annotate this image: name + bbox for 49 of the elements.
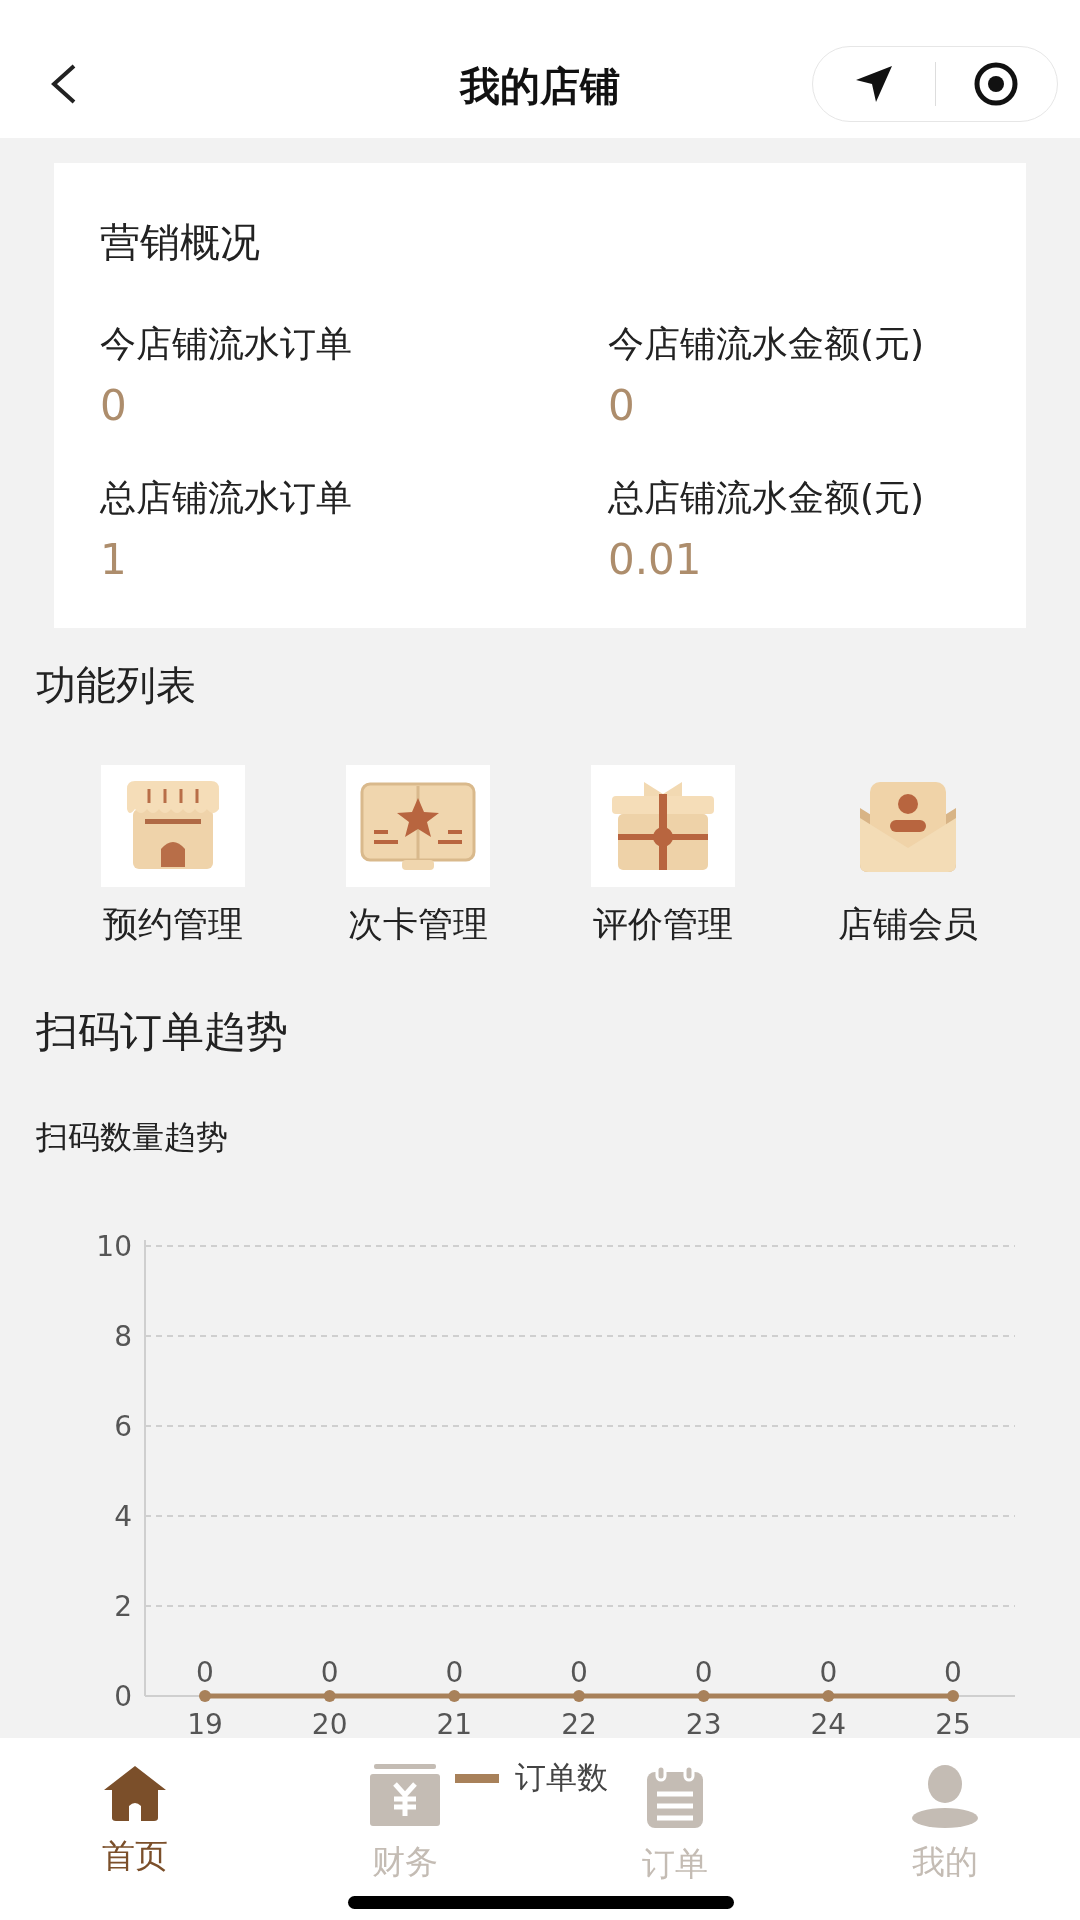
data-point: [822, 1690, 835, 1702]
axis-tick-label: 21: [436, 1708, 473, 1741]
data-label: 0: [445, 1656, 464, 1689]
data-point: [573, 1690, 585, 1702]
storefront-icon[interactable]: [100, 765, 245, 887]
axis-tick-label: 23: [685, 1708, 722, 1741]
axis-tick-label: 2: [114, 1590, 132, 1623]
stat-label: 总店铺流水订单: [100, 476, 353, 520]
data-point: [947, 1690, 959, 1702]
chart-title: 扫码数量趋势: [36, 1117, 229, 1158]
data-point: [697, 1690, 710, 1702]
axis-tick-label: 6: [114, 1410, 132, 1443]
data-label: 0: [819, 1656, 838, 1689]
card-title: 营销概况: [100, 218, 261, 267]
gift-box-icon[interactable]: [590, 765, 735, 887]
tab[interactable]: 首页: [102, 1764, 168, 1875]
stat-label: 总店铺流水金额(元): [608, 476, 926, 520]
legend-label: 订单数: [515, 1758, 608, 1797]
page-title: 我的店铺: [460, 61, 620, 111]
data-label: 0: [944, 1656, 962, 1689]
stat-label: 今店铺流水订单: [100, 322, 353, 366]
data-label: 0: [196, 1656, 214, 1689]
axis-tick-label: 4: [114, 1500, 132, 1533]
section-title: 功能列表: [36, 661, 197, 710]
function-label[interactable]: 店铺会员: [837, 901, 978, 948]
star-card-icon[interactable]: [345, 765, 490, 887]
function-label[interactable]: 评价管理: [592, 901, 733, 948]
stat-value: 0: [608, 381, 636, 430]
stat-label: 今店铺流水金额(元): [608, 322, 926, 366]
axis-tick-label: 24: [810, 1708, 847, 1741]
data-label: 0: [694, 1656, 713, 1689]
axis-tick-label: 22: [561, 1708, 597, 1741]
function-label[interactable]: 次卡管理: [347, 901, 488, 948]
axis-tick-label: 20: [311, 1708, 348, 1741]
data-label: 0: [320, 1656, 339, 1689]
axis-tick-label: 19: [187, 1708, 223, 1741]
data-label: 0: [570, 1656, 588, 1689]
axis-tick-label: 10: [96, 1230, 132, 1263]
axis-tick-label: 8: [114, 1320, 132, 1353]
data-point: [448, 1690, 461, 1702]
stat-value: 1: [100, 535, 128, 584]
function-label[interactable]: 预约管理: [102, 901, 243, 948]
data-point: [199, 1690, 211, 1702]
section-title: 扫码订单趋势: [36, 1006, 289, 1058]
stat-value: 0.01: [608, 535, 703, 584]
data-point: [323, 1690, 336, 1702]
axis-tick-label: 0: [114, 1680, 132, 1713]
stat-value: 0: [100, 381, 128, 430]
axis-tick-label: 25: [935, 1708, 971, 1741]
